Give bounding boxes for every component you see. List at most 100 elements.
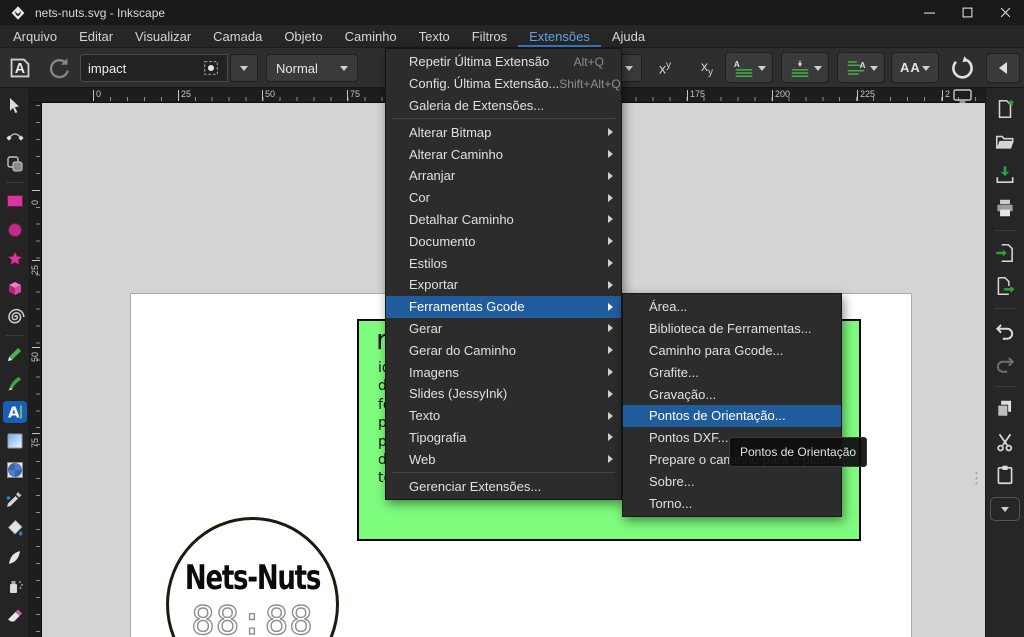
menu-item-gerenciar-extensoes[interactable]: Gerenciar Extensões... [386,475,621,497]
menu-item-estilos[interactable]: Estilos [386,252,621,274]
menu-item-sobre[interactable]: Sobre... [623,470,841,492]
letter-spacing-dropdown[interactable] [781,52,829,83]
minimize-button[interactable] [910,0,948,25]
gradient-tool[interactable] [3,430,27,452]
refresh-icon[interactable] [46,55,72,81]
menubar-item-camada[interactable]: Camada [202,25,273,47]
menubar-item-arquivo[interactable]: Arquivo [2,25,68,47]
inkscape-logo-icon [10,5,26,21]
copy-button[interactable] [994,398,1016,420]
font-style-select[interactable]: Normal [266,54,358,82]
menu-item-imagens[interactable]: Imagens [386,361,621,383]
spiral-tool[interactable] [3,306,27,328]
menubar-item-caminho[interactable]: Caminho [334,25,408,47]
menu-item-web[interactable]: Web [386,448,621,470]
tweak-tool[interactable] [3,546,27,568]
commands-overflow-grip[interactable]: ⋮ [969,469,984,487]
spray-tool[interactable] [3,575,27,597]
menu-item-label: Detalhar Caminho [409,212,514,227]
menubar-item-objeto[interactable]: Objeto [273,25,333,47]
menu-item-gravacao[interactable]: Gravação... [623,383,841,405]
selector-tool[interactable] [3,95,27,117]
font-selector-icon[interactable]: A [7,55,33,81]
menu-item-repetir-ultima-extensao[interactable]: Repetir Última ExtensãoAlt+Q [386,51,621,73]
nets-nuts-logo[interactable]: Nets-Nuts 88:88 [166,517,339,637]
menu-item-tipografia[interactable]: Tipografia [386,427,621,449]
menu-item-texto[interactable]: Texto [386,405,621,427]
menu-item-grafite[interactable]: Grafite... [623,361,841,383]
ruler-major-tick [857,90,858,101]
vertical-ruler[interactable]: 0255075 [30,103,42,637]
shape-builder-tool[interactable] [3,153,27,175]
menubar-item-extensoes[interactable]: Extensões [518,25,601,47]
new-document-button[interactable] [994,98,1016,120]
text-rotation-icon[interactable] [948,55,974,81]
menu-item-caminho-para-gcode[interactable]: Caminho para Gcode... [623,340,841,362]
redo-button[interactable] [994,353,1016,375]
word-spacing-dropdown[interactable]: A [837,52,885,83]
menu-item-ferramentas-gcode[interactable]: Ferramentas Gcode [386,296,621,318]
menu-item-config-ultima-extensao[interactable]: Config. Última Extensão...Shift+Alt+Q [386,73,621,95]
menu-item-gerar[interactable]: Gerar [386,318,621,340]
undo-button[interactable] [994,320,1016,342]
menu-item-cor[interactable]: Cor [386,187,621,209]
node-editor-tool[interactable] [3,124,27,146]
menu-item-label: Config. Última Extensão... [409,76,559,91]
superscript-icon[interactable]: xy [648,56,682,80]
menubar-item-filtros[interactable]: Filtros [461,25,518,47]
menu-item-documento[interactable]: Documento [386,230,621,252]
text-tool[interactable]: A [3,401,27,423]
menu-item-slides-jessyink[interactable]: Slides (JessyInk) [386,383,621,405]
subscript-icon[interactable]: xy [690,56,724,80]
menubar-item-ajuda[interactable]: Ajuda [601,25,656,47]
logo-clock-digits: 88:88 [169,599,336,637]
ruler-major-tick [262,90,263,101]
export-button[interactable] [994,275,1016,297]
menubar-item-texto[interactable]: Texto [408,25,461,47]
maximize-button[interactable] [948,0,986,25]
display-units-icon[interactable] [953,89,975,103]
save-button[interactable] [994,164,1016,186]
menu-item-label: Ferramentas Gcode [409,299,525,314]
text-orientation-dropdown[interactable]: AA [891,52,939,83]
menu-item-torno[interactable]: Torno... [623,492,841,514]
menubar-item-editar[interactable]: Editar [68,25,124,47]
submenu-arrow-icon [608,150,613,158]
paste-button[interactable] [994,464,1016,486]
menu-item-pontos-de-orientacao[interactable]: Pontos de Orientação... [623,405,841,427]
pencil-tool[interactable] [3,343,27,365]
menu-item-exportar[interactable]: Exportar [386,274,621,296]
rectangle-tool[interactable] [3,190,27,212]
menu-item-area[interactable]: Área... [623,296,841,318]
menu-item-arranjar[interactable]: Arranjar [386,165,621,187]
menu-item-label: Caminho para Gcode... [649,343,783,358]
cut-button[interactable] [994,431,1016,453]
import-button[interactable] [994,242,1016,264]
star-tool[interactable] [3,248,27,270]
menu-item-gerar-do-caminho[interactable]: Gerar do Caminho [386,339,621,361]
menu-item-alterar-bitmap[interactable]: Alterar Bitmap [386,121,621,143]
collapse-panel-button[interactable] [986,53,1020,83]
dropper-tool[interactable] [3,488,27,510]
close-button[interactable] [986,0,1024,25]
print-button[interactable] [994,197,1016,219]
menu-item-label: Web [409,452,436,467]
more-commands-dropdown[interactable] [990,497,1020,521]
menu-item-alterar-caminho[interactable]: Alterar Caminho [386,143,621,165]
open-button[interactable] [994,131,1016,153]
mesh-gradient-tool[interactable] [3,459,27,481]
eraser-tool[interactable] [3,604,27,626]
menu-item-galeria-de-extensoes[interactable]: Galeria de Extensões... [386,95,621,117]
line-spacing-dropdown[interactable]: A [725,52,773,83]
ruler-major-tick [687,90,688,101]
calligraphy-tool[interactable] [3,372,27,394]
menu-item-detalhar-caminho[interactable]: Detalhar Caminho [386,209,621,231]
box-3d-tool[interactable] [3,277,27,299]
menubar-item-visualizar[interactable]: Visualizar [124,25,202,47]
font-family-input[interactable]: impact [80,54,228,82]
font-family-dropdown-button[interactable] [230,54,258,82]
submenu-arrow-icon [608,390,613,398]
menu-item-biblioteca-de-ferramentas[interactable]: Biblioteca de Ferramentas... [623,318,841,340]
paint-bucket-tool[interactable] [3,517,27,539]
ellipse-tool[interactable] [3,219,27,241]
